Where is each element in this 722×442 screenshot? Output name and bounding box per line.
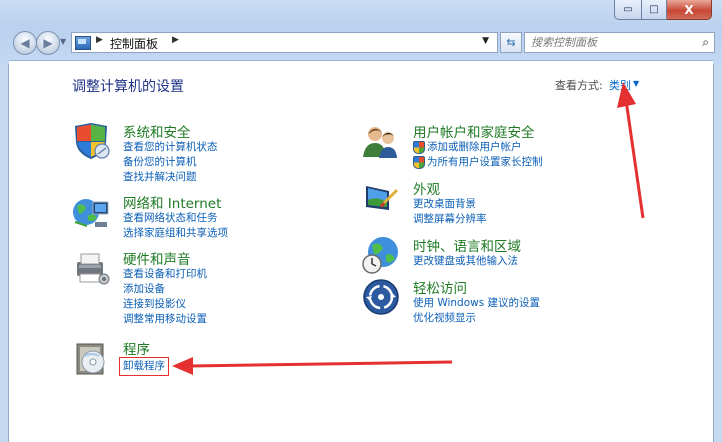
- control-panel-icon: [75, 36, 91, 50]
- window-border-right: [713, 64, 722, 442]
- link-add-remove-accounts[interactable]: 添加或删除用户帐户: [413, 140, 543, 155]
- window-frame: ▭ □ X ◀ ▶ ▼ ▶ 控制面板 ▶ ▼ ⇆ ⌕ 调整计算机的设置 查看方式…: [0, 0, 722, 442]
- link-label: 添加或删除用户帐户: [427, 141, 522, 153]
- link-find-fix-problems[interactable]: 查找并解决问题: [123, 170, 218, 185]
- link-screen-resolution[interactable]: 调整屏幕分辨率: [413, 212, 487, 227]
- category-title[interactable]: 时钟、语言和区域: [413, 235, 521, 255]
- caption-buttons: ▭ □ X: [614, 0, 712, 20]
- appearance-monitor-icon: [366, 186, 399, 210]
- category-title[interactable]: 用户帐户和家庭安全: [413, 121, 535, 141]
- link-desktop-background[interactable]: 更改桌面背景: [413, 197, 487, 212]
- link-add-device[interactable]: 添加设备: [123, 282, 207, 297]
- link-backup-computer[interactable]: 备份您的计算机: [123, 155, 218, 170]
- category-title[interactable]: 系统和安全: [123, 121, 191, 141]
- minimize-button[interactable]: ▭: [614, 0, 642, 20]
- users-icon: [363, 127, 397, 158]
- link-uninstall-program[interactable]: 卸载程序: [119, 357, 169, 376]
- breadcrumb-separator[interactable]: ▶: [172, 35, 179, 45]
- view-by-dropdown-icon[interactable]: ▼: [633, 79, 639, 88]
- back-button[interactable]: ◀: [13, 31, 37, 55]
- category-title[interactable]: 外观: [413, 178, 440, 198]
- search-input[interactable]: [527, 34, 687, 51]
- category-title[interactable]: 网络和 Internet: [123, 192, 221, 212]
- refresh-icon: ⇆: [506, 36, 516, 49]
- back-arrow-icon: ◀: [20, 36, 30, 50]
- category-title[interactable]: 轻松访问: [413, 277, 467, 297]
- forward-arrow-icon: ▶: [43, 36, 53, 50]
- printer-icon: [77, 253, 110, 285]
- clock-globe-icon: [362, 237, 398, 274]
- breadcrumb-control-panel[interactable]: 控制面板: [110, 35, 158, 52]
- view-by-selector[interactable]: 类别: [609, 77, 631, 93]
- link-connect-projector[interactable]: 连接到投影仪: [123, 297, 207, 312]
- navigation-bar: ◀ ▶ ▼ ▶ 控制面板 ▶ ▼ ⇆ ⌕: [8, 28, 715, 56]
- category-title[interactable]: 程序: [123, 338, 150, 358]
- search-box[interactable]: ⌕: [524, 32, 715, 53]
- address-bar[interactable]: ▶ 控制面板 ▶ ▼: [71, 32, 498, 53]
- content-pane: 调整计算机的设置 查看方式: 类别 ▼ 系统和安全 查看您的计算机状态 备份您的…: [9, 60, 713, 442]
- network-globe-icon: [73, 199, 109, 227]
- link-mobility-settings[interactable]: 调整常用移动设置: [123, 312, 207, 327]
- link-homegroup-sharing[interactable]: 选择家庭组和共享选项: [123, 226, 228, 241]
- page-title: 调整计算机的设置: [72, 79, 184, 95]
- window-border-left: [0, 64, 9, 442]
- shield-icon: [75, 123, 110, 159]
- link-network-status[interactable]: 查看网络状态和任务: [123, 211, 228, 226]
- programs-disc-icon: [76, 343, 105, 375]
- forward-button[interactable]: ▶: [36, 31, 60, 55]
- maximize-button[interactable]: □: [642, 0, 667, 20]
- link-optimize-visual-display[interactable]: 优化视频显示: [413, 311, 540, 326]
- link-label: 为所有用户设置家长控制: [427, 156, 543, 168]
- accessibility-icon: [363, 279, 399, 315]
- link-recommended-settings[interactable]: 使用 Windows 建议的设置: [413, 296, 540, 311]
- address-dropdown-button[interactable]: ▼: [482, 36, 489, 46]
- recent-pages-dropdown[interactable]: ▼: [60, 37, 66, 46]
- refresh-button[interactable]: ⇆: [500, 32, 522, 53]
- category-title[interactable]: 硬件和声音: [123, 248, 191, 268]
- search-icon[interactable]: ⌕: [702, 35, 709, 50]
- link-devices-printers[interactable]: 查看设备和打印机: [123, 267, 207, 282]
- uac-shield-icon: [413, 141, 425, 154]
- link-change-keyboard-input[interactable]: 更改键盘或其他输入法: [413, 254, 518, 269]
- link-view-computer-status[interactable]: 查看您的计算机状态: [123, 140, 218, 155]
- close-button[interactable]: X: [667, 0, 712, 20]
- view-by-label: 查看方式:: [555, 79, 603, 92]
- link-parental-controls[interactable]: 为所有用户设置家长控制: [413, 155, 543, 170]
- uac-shield-icon: [413, 156, 425, 169]
- breadcrumb-separator[interactable]: ▶: [96, 35, 103, 45]
